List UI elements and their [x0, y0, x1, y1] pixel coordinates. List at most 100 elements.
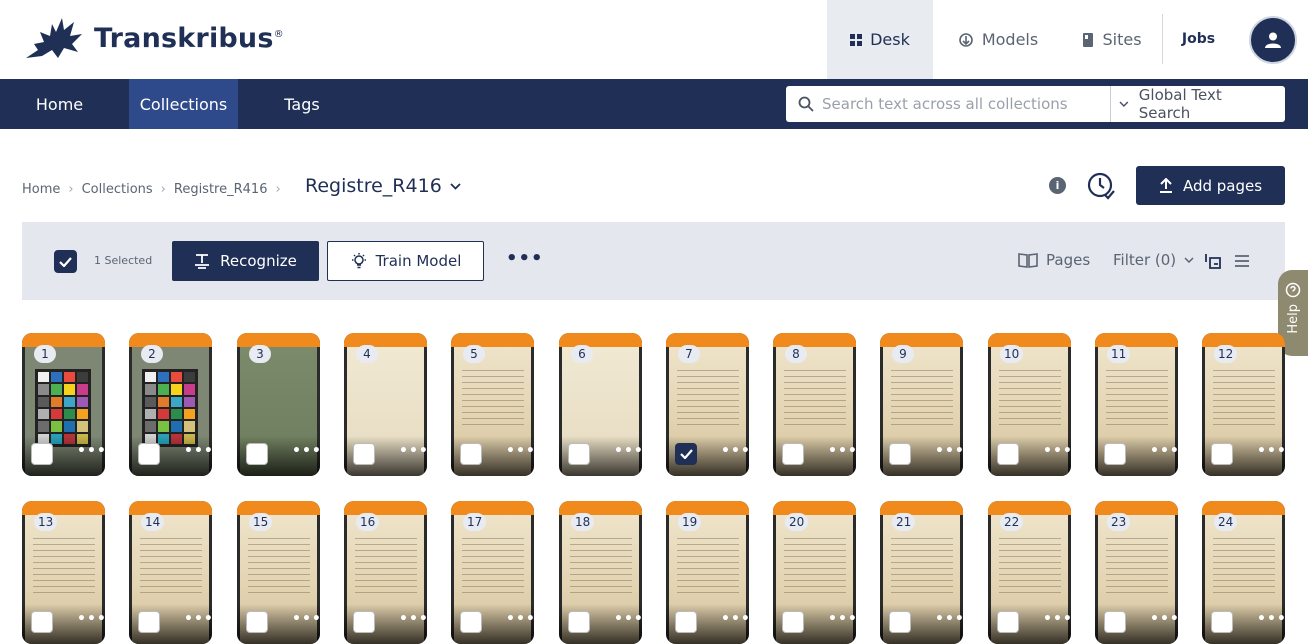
- page-card[interactable]: 3 •••: [237, 333, 320, 476]
- page-card[interactable]: 17 •••: [451, 501, 534, 644]
- nav-tags[interactable]: Tags: [270, 79, 334, 129]
- search-scope-label: Global Text Search: [1138, 86, 1222, 122]
- page-more-button[interactable]: •••: [614, 443, 642, 459]
- page-more-button[interactable]: •••: [935, 443, 963, 459]
- page-select-checkbox[interactable]: [1211, 443, 1233, 465]
- list-view-button[interactable]: [1234, 252, 1250, 271]
- tab-models[interactable]: Models: [933, 0, 1063, 79]
- page-more-button[interactable]: •••: [184, 443, 212, 459]
- page-card[interactable]: 2 •••: [129, 333, 212, 476]
- page-card[interactable]: 19 •••: [666, 501, 749, 644]
- page-more-button[interactable]: •••: [614, 611, 642, 627]
- user-avatar[interactable]: [1249, 16, 1297, 64]
- page-status-bar: [773, 333, 856, 347]
- train-model-button[interactable]: Train Model: [327, 241, 484, 281]
- page-more-button[interactable]: •••: [399, 611, 427, 627]
- page-more-button[interactable]: •••: [721, 443, 749, 459]
- page-card[interactable]: 22 •••: [988, 501, 1071, 644]
- page-select-checkbox[interactable]: [246, 443, 268, 465]
- add-pages-button[interactable]: Add pages: [1136, 166, 1285, 205]
- history-button[interactable]: [1086, 171, 1116, 205]
- page-more-button[interactable]: •••: [935, 611, 963, 627]
- page-card[interactable]: 20 •••: [773, 501, 856, 644]
- breadcrumb-collection[interactable]: Registre_R416: [174, 182, 268, 197]
- page-select-checkbox[interactable]: [782, 443, 804, 465]
- page-select-checkbox[interactable]: [997, 611, 1019, 633]
- breadcrumb-home[interactable]: Home: [22, 182, 60, 197]
- page-select-checkbox[interactable]: [246, 611, 268, 633]
- page-card[interactable]: 8 •••: [773, 333, 856, 476]
- page-select-checkbox[interactable]: [353, 443, 375, 465]
- page-select-checkbox[interactable]: [1211, 611, 1233, 633]
- page-select-checkbox[interactable]: [782, 611, 804, 633]
- page-more-button[interactable]: •••: [1150, 443, 1178, 459]
- page-select-checkbox[interactable]: [568, 443, 590, 465]
- search-scope-select[interactable]: Global Text Search: [1110, 86, 1285, 122]
- page-more-button[interactable]: •••: [1043, 443, 1071, 459]
- info-icon[interactable]: i: [1049, 177, 1066, 194]
- page-select-checkbox[interactable]: [1104, 443, 1126, 465]
- page-card[interactable]: 7 •••: [666, 333, 749, 476]
- page-more-button[interactable]: •••: [1150, 611, 1178, 627]
- recognize-button[interactable]: Recognize: [172, 241, 319, 281]
- page-select-checkbox[interactable]: [460, 611, 482, 633]
- logo[interactable]: Transkribus®: [24, 14, 284, 62]
- tab-sites[interactable]: Sites: [1063, 0, 1161, 79]
- page-select-checkbox[interactable]: [353, 611, 375, 633]
- jobs-link[interactable]: Jobs: [1162, 14, 1234, 64]
- page-more-button[interactable]: •••: [184, 611, 212, 627]
- breadcrumb-collections[interactable]: Collections: [82, 182, 153, 197]
- more-actions-button[interactable]: •••: [506, 248, 544, 269]
- page-more-button[interactable]: •••: [399, 443, 427, 459]
- page-select-checkbox[interactable]: [675, 443, 697, 465]
- page-more-button[interactable]: •••: [77, 611, 105, 627]
- nav-collections[interactable]: Collections: [129, 79, 238, 129]
- page-select-checkbox[interactable]: [568, 611, 590, 633]
- page-select-checkbox[interactable]: [1104, 611, 1126, 633]
- page-more-button[interactable]: •••: [828, 443, 856, 459]
- page-select-checkbox[interactable]: [889, 611, 911, 633]
- page-more-button[interactable]: •••: [292, 611, 320, 627]
- page-more-button[interactable]: •••: [1043, 611, 1071, 627]
- move-pages-button[interactable]: [1204, 252, 1222, 274]
- collection-title-dropdown[interactable]: Registre_R416: [305, 175, 461, 197]
- page-card[interactable]: 9 •••: [880, 333, 963, 476]
- page-card[interactable]: 15 •••: [237, 501, 320, 644]
- page-select-checkbox[interactable]: [889, 443, 911, 465]
- page-more-button[interactable]: •••: [828, 611, 856, 627]
- page-card[interactable]: 5 •••: [451, 333, 534, 476]
- page-card[interactable]: 4 •••: [344, 333, 427, 476]
- page-select-checkbox[interactable]: [138, 443, 160, 465]
- page-select-checkbox[interactable]: [675, 611, 697, 633]
- page-card[interactable]: 24 •••: [1202, 501, 1285, 644]
- page-card[interactable]: 6 •••: [559, 333, 642, 476]
- filter-dropdown[interactable]: Filter (0): [1113, 251, 1194, 269]
- page-card[interactable]: 1 •••: [22, 333, 105, 476]
- page-more-button[interactable]: •••: [292, 443, 320, 459]
- page-card[interactable]: 16 •••: [344, 501, 427, 644]
- tab-desk[interactable]: Desk: [827, 0, 933, 79]
- page-card[interactable]: 14 •••: [129, 501, 212, 644]
- page-card[interactable]: 10 •••: [988, 333, 1071, 476]
- page-select-checkbox[interactable]: [460, 443, 482, 465]
- nav-home[interactable]: Home: [22, 79, 97, 129]
- page-more-button[interactable]: •••: [506, 443, 534, 459]
- search-input[interactable]: [814, 87, 1110, 121]
- page-card[interactable]: 21 •••: [880, 501, 963, 644]
- page-select-checkbox[interactable]: [138, 611, 160, 633]
- page-select-checkbox[interactable]: [997, 443, 1019, 465]
- page-card[interactable]: 11 •••: [1095, 333, 1178, 476]
- page-more-button[interactable]: •••: [1257, 611, 1285, 627]
- select-all-checkbox[interactable]: [54, 250, 77, 273]
- page-more-button[interactable]: •••: [1257, 443, 1285, 459]
- page-card[interactable]: 18 •••: [559, 501, 642, 644]
- page-card[interactable]: 13 •••: [22, 501, 105, 644]
- page-more-button[interactable]: •••: [506, 611, 534, 627]
- page-card[interactable]: 12 •••: [1202, 333, 1285, 476]
- page-card[interactable]: 23 •••: [1095, 501, 1178, 644]
- page-more-button[interactable]: •••: [721, 611, 749, 627]
- page-more-button[interactable]: •••: [77, 443, 105, 459]
- pages-view-toggle[interactable]: Pages: [1018, 251, 1090, 269]
- page-select-checkbox[interactable]: [31, 443, 53, 465]
- page-select-checkbox[interactable]: [31, 611, 53, 633]
